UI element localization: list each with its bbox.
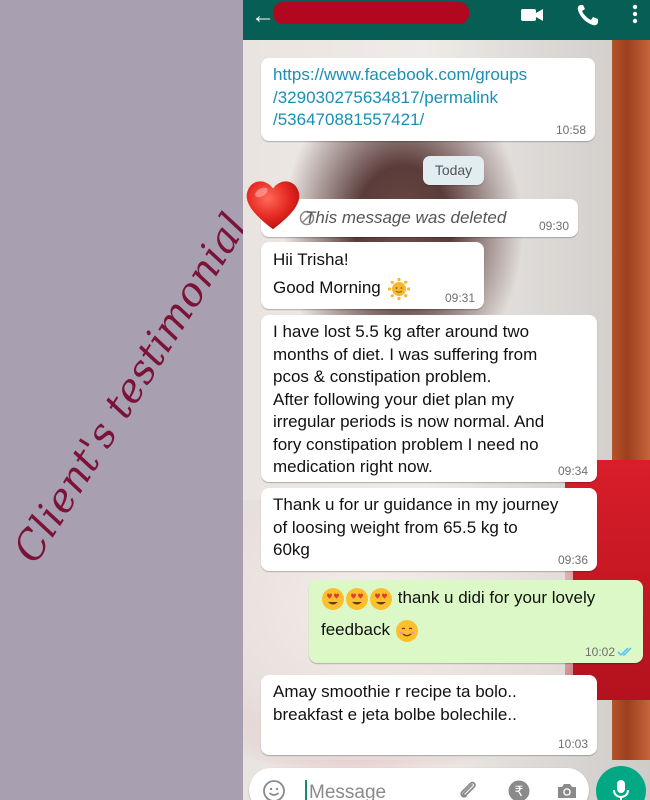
testimonial-caption: Client's testimonial (4, 205, 243, 571)
message-time: 09:34 (557, 464, 588, 478)
message-time: 10:03 (557, 737, 588, 751)
mic-icon (613, 780, 629, 800)
video-call-icon[interactable] (519, 3, 545, 27)
message-bubble-incoming[interactable]: Amay smoothie r recipe ta bolo.. breakfa… (261, 675, 597, 755)
message-link[interactable]: https://www.facebook.com/groups /3290302… (273, 64, 527, 132)
message-bubble-incoming[interactable]: https://www.facebook.com/groups /3290302… (261, 58, 595, 141)
message-time: 10:58 (555, 123, 586, 137)
phone-call-icon[interactable] (575, 3, 601, 27)
message-text: Thank u for ur guidance in my journey of… (273, 495, 559, 559)
message-bubble-incoming[interactable]: This message was deleted 09:30 (261, 199, 578, 237)
message-bubble-outgoing[interactable]: thank u didi for your lovely feedback 10… (309, 580, 643, 663)
camera-icon[interactable] (555, 779, 579, 800)
attach-icon[interactable] (456, 779, 480, 800)
message-time: 09:31 (444, 291, 475, 305)
emoji-icon[interactable] (262, 779, 286, 800)
svg-text:₹: ₹ (515, 784, 524, 800)
chat-screen: ← https://www.facebook.com/groups /32903… (243, 0, 650, 800)
message-input[interactable]: Message (309, 782, 386, 800)
message-text: thank u didi for your lovely feedback (321, 582, 595, 646)
read-ticks-icon (617, 647, 632, 657)
smiling-emoji-icon (395, 619, 418, 642)
left-panel: Client's testimonial (0, 0, 243, 800)
message-bubble-incoming[interactable]: I have lost 5.5 kg after around two mont… (261, 315, 597, 482)
heart-icon (246, 181, 300, 230)
more-vertical-icon[interactable] (629, 3, 641, 27)
message-time: 10:02 (584, 645, 615, 659)
date-divider: Today (423, 156, 484, 185)
message-time: 09:30 (538, 219, 569, 233)
deleted-message-text: This message was deleted (305, 208, 507, 227)
text-caret (305, 780, 307, 800)
message-bubble-incoming[interactable]: Hii Trisha! Good Morning 09:31 (261, 242, 484, 309)
message-text: Amay smoothie r recipe ta bolo.. breakfa… (273, 682, 517, 724)
message-time: 09:36 (557, 553, 588, 567)
arrow-left-icon[interactable]: ← (251, 2, 275, 30)
heart-eyes-emoji-icon (321, 587, 393, 610)
sun-emoji-icon (388, 277, 411, 300)
message-text: I have lost 5.5 kg after around two mont… (273, 322, 545, 476)
chat-header: ← (243, 0, 650, 40)
message-composer[interactable]: Message ₹ (249, 768, 589, 800)
contact-name-redacted[interactable] (273, 2, 469, 24)
mic-button[interactable] (596, 766, 646, 800)
rupee-payment-icon[interactable]: ₹ (507, 779, 531, 800)
message-bubble-incoming[interactable]: Thank u for ur guidance in my journey of… (261, 488, 597, 571)
message-text: Hii Trisha! Good Morning (273, 246, 411, 302)
